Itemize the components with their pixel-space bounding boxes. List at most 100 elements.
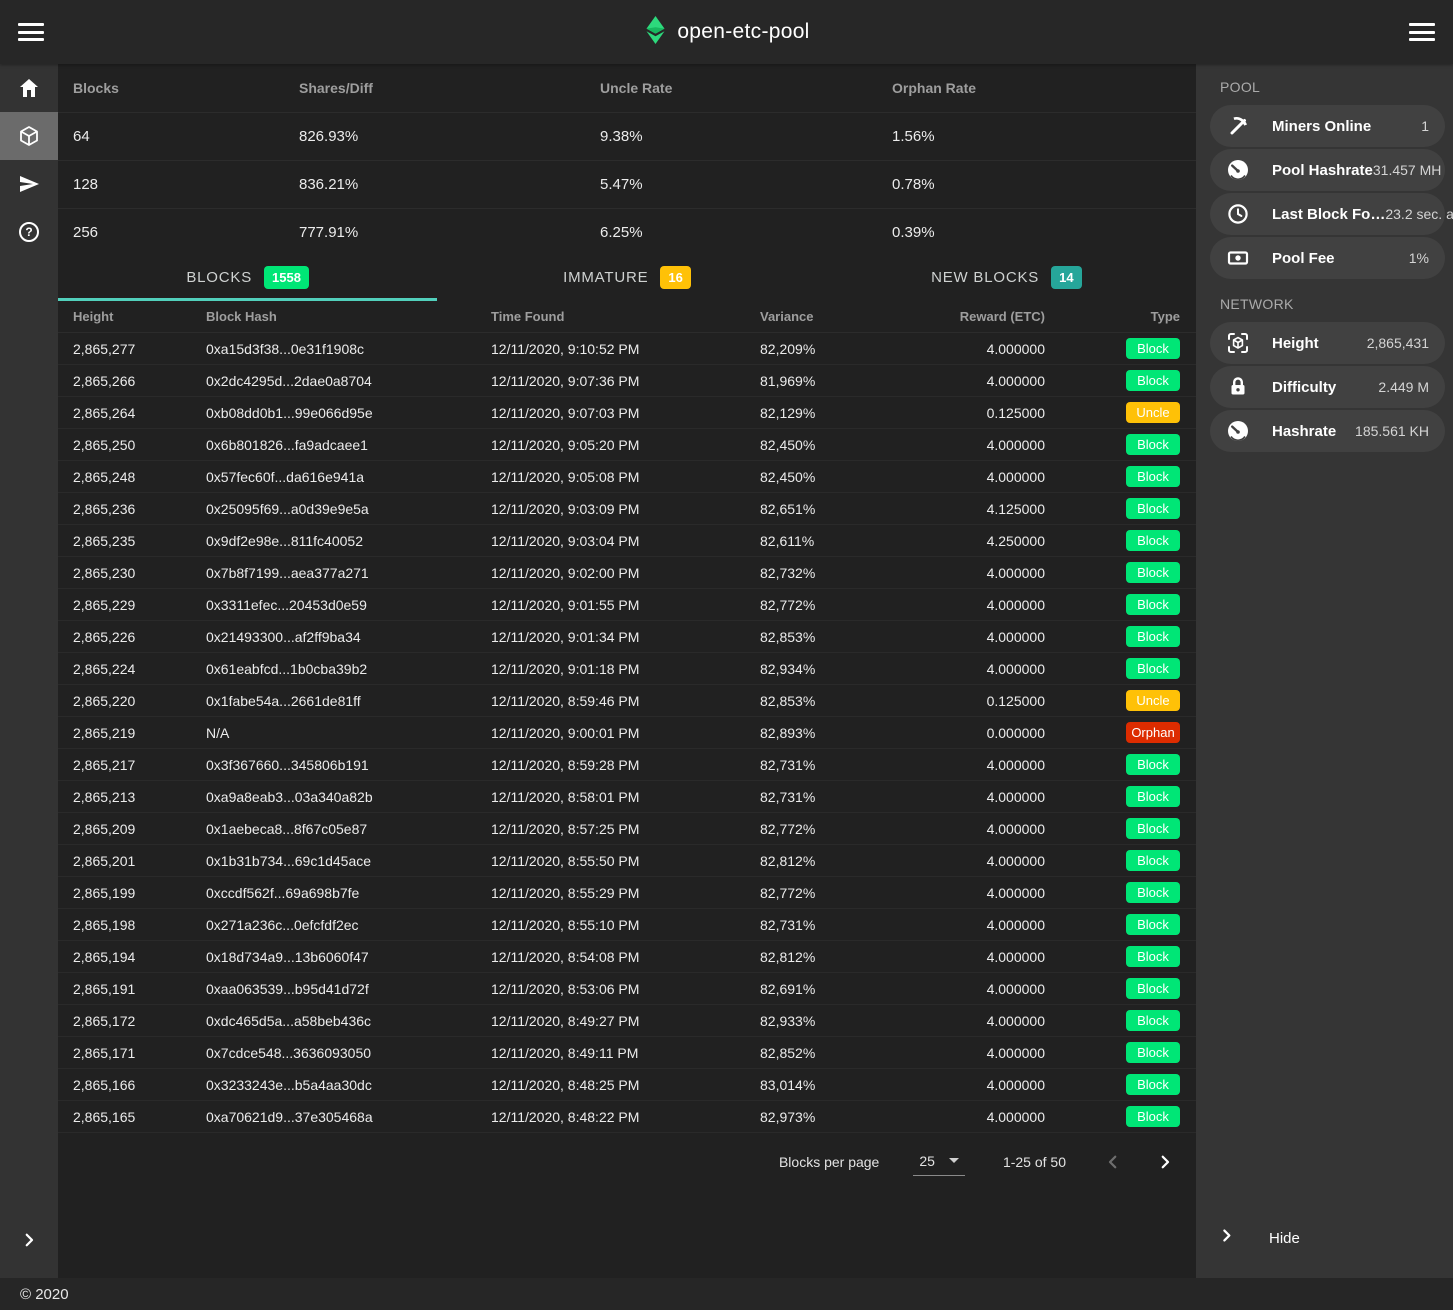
network-section-title: NETWORK: [1196, 281, 1453, 322]
tab-immature[interactable]: IMMATURE 16: [437, 256, 816, 301]
block-row: 2,865,250 0x6b801826...fa9adcaee1 12/11/…: [58, 429, 1196, 461]
page-size-select[interactable]: 25: [913, 1149, 965, 1176]
block-hash: 0x1fabe54a...2661de81ff: [206, 693, 491, 709]
block-reward: 0.125000: [920, 405, 1045, 421]
sidebar-hamburger-icon[interactable]: [1409, 23, 1435, 41]
nav-item-help[interactable]: ?: [0, 208, 58, 256]
block-hash: 0xa70621d9...37e305468a: [206, 1109, 491, 1125]
block-reward: 4.000000: [920, 949, 1045, 965]
block-variance: 82,129%: [760, 405, 920, 421]
chevron-right-icon: [1156, 1153, 1174, 1171]
luck-uncle-value: 5.47%: [600, 176, 892, 193]
header-variance: Variance: [760, 309, 920, 324]
luck-header-uncle: Uncle Rate: [600, 80, 892, 96]
block-height: 2,865,191: [73, 981, 206, 997]
block-row: 2,865,201 0x1b31b734...69c1d45ace 12/11/…: [58, 845, 1196, 877]
block-type-badge: Block: [1126, 850, 1180, 871]
stat-network-height: Height 2,865,431: [1210, 322, 1445, 364]
block-reward: 4.000000: [920, 437, 1045, 453]
block-hash: 0x9df2e98e...811fc40052: [206, 533, 491, 549]
block-height: 2,865,199: [73, 885, 206, 901]
block-type-badge: Orphan: [1126, 722, 1180, 743]
next-page-button[interactable]: [1152, 1149, 1178, 1175]
block-time-found: 12/11/2020, 9:02:00 PM: [491, 565, 760, 581]
stat-value: 1%: [1409, 250, 1429, 266]
block-hash: 0x18d734a9...13b6060f47: [206, 949, 491, 965]
nav-item-blocks[interactable]: [0, 112, 58, 160]
chevron-down-icon: [949, 1158, 959, 1163]
topbar: open-etc-pool: [0, 0, 1453, 64]
block-hash: 0x7b8f7199...aea377a271: [206, 565, 491, 581]
cube-icon: [17, 124, 41, 148]
tab-blocks[interactable]: BLOCKS 1558: [58, 256, 437, 301]
tab-immature-count-badge: 16: [660, 266, 690, 289]
block-height: 2,865,201: [73, 853, 206, 869]
block-reward: 4.000000: [920, 1077, 1045, 1093]
block-type-badge: Block: [1126, 338, 1180, 359]
block-time-found: 12/11/2020, 9:00:01 PM: [491, 725, 760, 741]
block-height: 2,865,166: [73, 1077, 206, 1093]
block-variance: 82,772%: [760, 885, 920, 901]
tab-new-blocks[interactable]: NEW BLOCKS 14: [817, 256, 1196, 301]
stat-label: Height: [1272, 335, 1319, 352]
block-reward: 4.000000: [920, 661, 1045, 677]
block-row: 2,865,166 0x3233243e...b5a4aa30dc 12/11/…: [58, 1069, 1196, 1101]
block-height: 2,865,229: [73, 597, 206, 613]
block-variance: 83,014%: [760, 1077, 920, 1093]
block-row: 2,865,266 0x2dc4295d...2dae0a8704 12/11/…: [58, 365, 1196, 397]
luck-header-orphan: Orphan Rate: [892, 80, 1180, 96]
block-time-found: 12/11/2020, 8:59:28 PM: [491, 757, 760, 773]
block-hash: 0x1b31b734...69c1d45ace: [206, 853, 491, 869]
block-variance: 82,973%: [760, 1109, 920, 1125]
block-hash: 0xccdf562f...69a698b7fe: [206, 885, 491, 901]
block-time-found: 12/11/2020, 9:05:20 PM: [491, 437, 760, 453]
block-variance: 82,772%: [760, 821, 920, 837]
chevron-left-icon: [1104, 1153, 1122, 1171]
brand: open-etc-pool: [0, 16, 1453, 49]
menu-hamburger-icon[interactable]: [18, 23, 44, 41]
stat-network-difficulty: Difficulty 2.449 M: [1210, 366, 1445, 408]
block-variance: 82,933%: [760, 1013, 920, 1029]
block-row: 2,865,165 0xa70621d9...37e305468a 12/11/…: [58, 1101, 1196, 1133]
block-row: 2,865,219 N/A 12/11/2020, 9:00:01 PM 82,…: [58, 717, 1196, 749]
expand-rail-button[interactable]: [0, 1216, 58, 1264]
block-type-badge: Block: [1126, 530, 1180, 551]
block-row: 2,865,191 0xaa063539...b95d41d72f 12/11/…: [58, 973, 1196, 1005]
block-type-badge: Block: [1126, 978, 1180, 999]
block-type-badge: Uncle: [1126, 402, 1180, 423]
luck-table: Blocks Shares/Diff Uncle Rate Orphan Rat…: [58, 64, 1196, 256]
block-time-found: 12/11/2020, 8:48:25 PM: [491, 1077, 760, 1093]
block-hash: 0x7cdce548...3636093050: [206, 1045, 491, 1061]
tab-blocks-label: BLOCKS: [186, 269, 252, 286]
send-icon: [17, 172, 41, 196]
block-hash: 0x2dc4295d...2dae0a8704: [206, 373, 491, 389]
block-type-badge: Block: [1126, 370, 1180, 391]
block-hash: 0x1aebeca8...8f67c05e87: [206, 821, 491, 837]
block-hash: 0x25095f69...a0d39e9e5a: [206, 501, 491, 517]
block-variance: 82,450%: [760, 437, 920, 453]
block-variance: 82,731%: [760, 917, 920, 933]
prev-page-button[interactable]: [1100, 1149, 1126, 1175]
lock-icon: [1226, 375, 1250, 399]
block-hash: 0x6b801826...fa9adcaee1: [206, 437, 491, 453]
block-variance: 82,934%: [760, 661, 920, 677]
block-type-badge: Block: [1126, 1074, 1180, 1095]
stat-label: Difficulty: [1272, 379, 1336, 396]
block-reward: 4.000000: [920, 821, 1045, 837]
block-hash: 0x3233243e...b5a4aa30dc: [206, 1077, 491, 1093]
luck-shares-value: 826.93%: [299, 128, 600, 145]
luck-table-row: 128 836.21% 5.47% 0.78%: [58, 160, 1196, 208]
stat-value: 2.449 M: [1378, 379, 1429, 395]
header-type: Type: [1045, 309, 1180, 324]
block-row: 2,865,248 0x57fec60f...da616e941a 12/11/…: [58, 461, 1196, 493]
block-variance: 82,812%: [760, 949, 920, 965]
luck-orphan-value: 0.78%: [892, 176, 1180, 193]
nav-item-payments[interactable]: [0, 160, 58, 208]
block-row: 2,865,229 0x3311efec...20453d0e59 12/11/…: [58, 589, 1196, 621]
block-time-found: 12/11/2020, 9:01:34 PM: [491, 629, 760, 645]
block-reward: 4.000000: [920, 597, 1045, 613]
stat-label: Miners Online: [1272, 118, 1371, 135]
nav-item-home[interactable]: [0, 64, 58, 112]
block-variance: 82,772%: [760, 597, 920, 613]
hide-sidebar-button[interactable]: Hide: [1196, 1216, 1453, 1260]
